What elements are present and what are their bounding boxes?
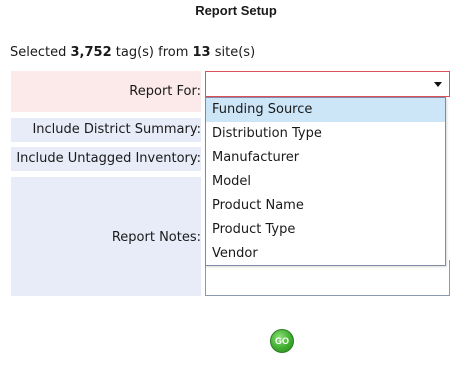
chevron-down-icon[interactable] [434,82,442,87]
report-notes-label: Report Notes: [111,230,201,245]
district-summary-row: Include District Summary: [11,118,201,142]
report-for-row: Report For: [11,71,201,112]
selection-summary: Selected 3,752 tag(s) from 13 site(s) [10,45,255,60]
untagged-inventory-row: Include Untagged Inventory: [11,147,201,171]
page-title: Report Setup [195,3,277,18]
dropdown-option-product-name[interactable]: Product Name [206,194,445,218]
site-count: 13 [192,45,211,60]
tag-count: 3,752 [70,45,112,60]
report-for-select[interactable] [205,71,450,97]
dropdown-option-product-type[interactable]: Product Type [206,218,445,242]
dropdown-option-vendor[interactable]: Vendor [206,242,445,266]
dropdown-option-funding-source[interactable]: Funding Source [206,98,445,122]
report-for-dropdown-list: Funding Source Distribution Type Manufac… [205,97,446,266]
dropdown-option-manufacturer[interactable]: Manufacturer [206,146,445,170]
untagged-inventory-label: Include Untagged Inventory: [16,151,201,166]
report-for-label: Report For: [129,84,201,99]
report-notes-row: Report Notes: [11,177,201,296]
go-button[interactable]: GO [270,329,294,353]
summary-prefix: Selected [10,45,71,60]
dropdown-option-model[interactable]: Model [206,170,445,194]
dropdown-option-distribution-type[interactable]: Distribution Type [206,122,445,146]
summary-middle: tag(s) from [111,45,193,60]
summary-suffix: site(s) [210,45,256,60]
district-summary-label: Include District Summary: [32,122,201,137]
